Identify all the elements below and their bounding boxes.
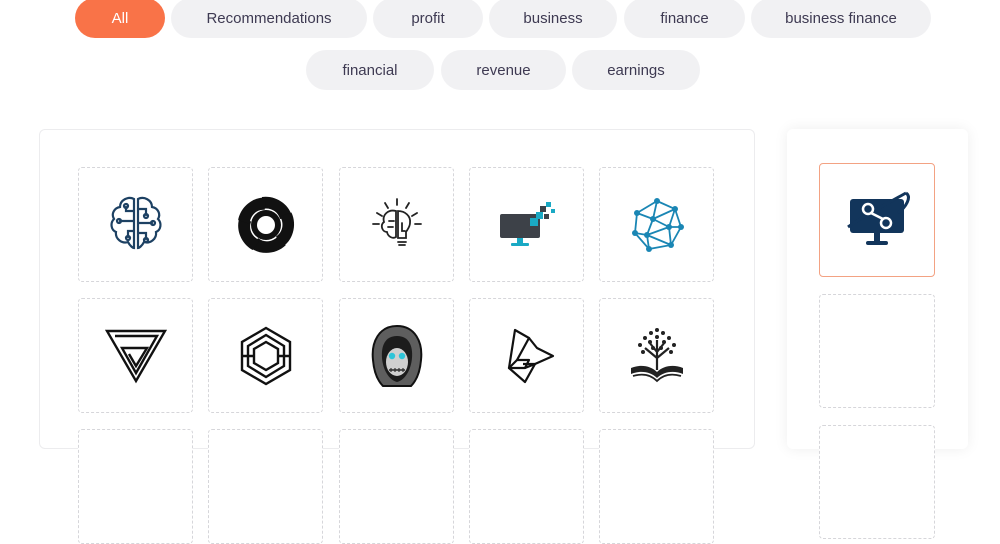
impossible-triangle-icon <box>104 329 167 383</box>
logo-tile[interactable] <box>208 167 323 282</box>
tag-business-finance[interactable]: business finance <box>751 0 931 38</box>
logo-tile[interactable] <box>339 167 454 282</box>
logo-tile[interactable] <box>469 298 584 413</box>
logo-slot[interactable] <box>819 294 935 408</box>
logo-tile[interactable] <box>339 298 454 413</box>
logo-tile[interactable] <box>78 167 193 282</box>
black-swirl-icon <box>237 196 294 253</box>
tag-earnings[interactable]: earnings <box>572 50 700 90</box>
logo-tile[interactable] <box>208 298 323 413</box>
book-tree-icon <box>630 327 683 382</box>
tag-profit[interactable]: profit <box>373 0 483 38</box>
logo-tile[interactable] <box>599 429 714 544</box>
tag-business[interactable]: business <box>489 0 617 38</box>
circuit-brain-icon <box>109 196 162 249</box>
logo-slot[interactable] <box>819 425 935 539</box>
geometric-network-sphere-icon <box>631 197 684 252</box>
logo-tile[interactable] <box>339 429 454 544</box>
logo-tile[interactable] <box>78 298 193 413</box>
logo-tile[interactable] <box>469 429 584 544</box>
logo-tile[interactable] <box>78 429 193 544</box>
brain-bulb-icon <box>371 197 422 246</box>
logo-tile[interactable] <box>208 429 323 544</box>
hexagon-lines-icon <box>240 326 291 385</box>
logo-tile[interactable] <box>599 298 714 413</box>
twisted-triangle-icon <box>507 328 554 383</box>
tag-all[interactable]: All <box>75 0 165 38</box>
tag-finance[interactable]: finance <box>624 0 745 38</box>
monitor-pixels-icon <box>499 201 555 246</box>
logo-tile[interactable] <box>599 167 714 282</box>
tag-recommendations[interactable]: Recommendations <box>171 0 367 38</box>
tag-revenue[interactable]: revenue <box>441 50 566 90</box>
hooded-skull-icon <box>371 324 422 387</box>
selected-logo-tile[interactable] <box>819 163 935 277</box>
selected-logo-sidebar <box>787 129 968 539</box>
logo-gallery-panel <box>39 129 755 544</box>
logo-tile[interactable] <box>469 167 584 282</box>
monitor-orbit-icon <box>847 191 910 245</box>
tag-financial[interactable]: financial <box>306 50 434 90</box>
